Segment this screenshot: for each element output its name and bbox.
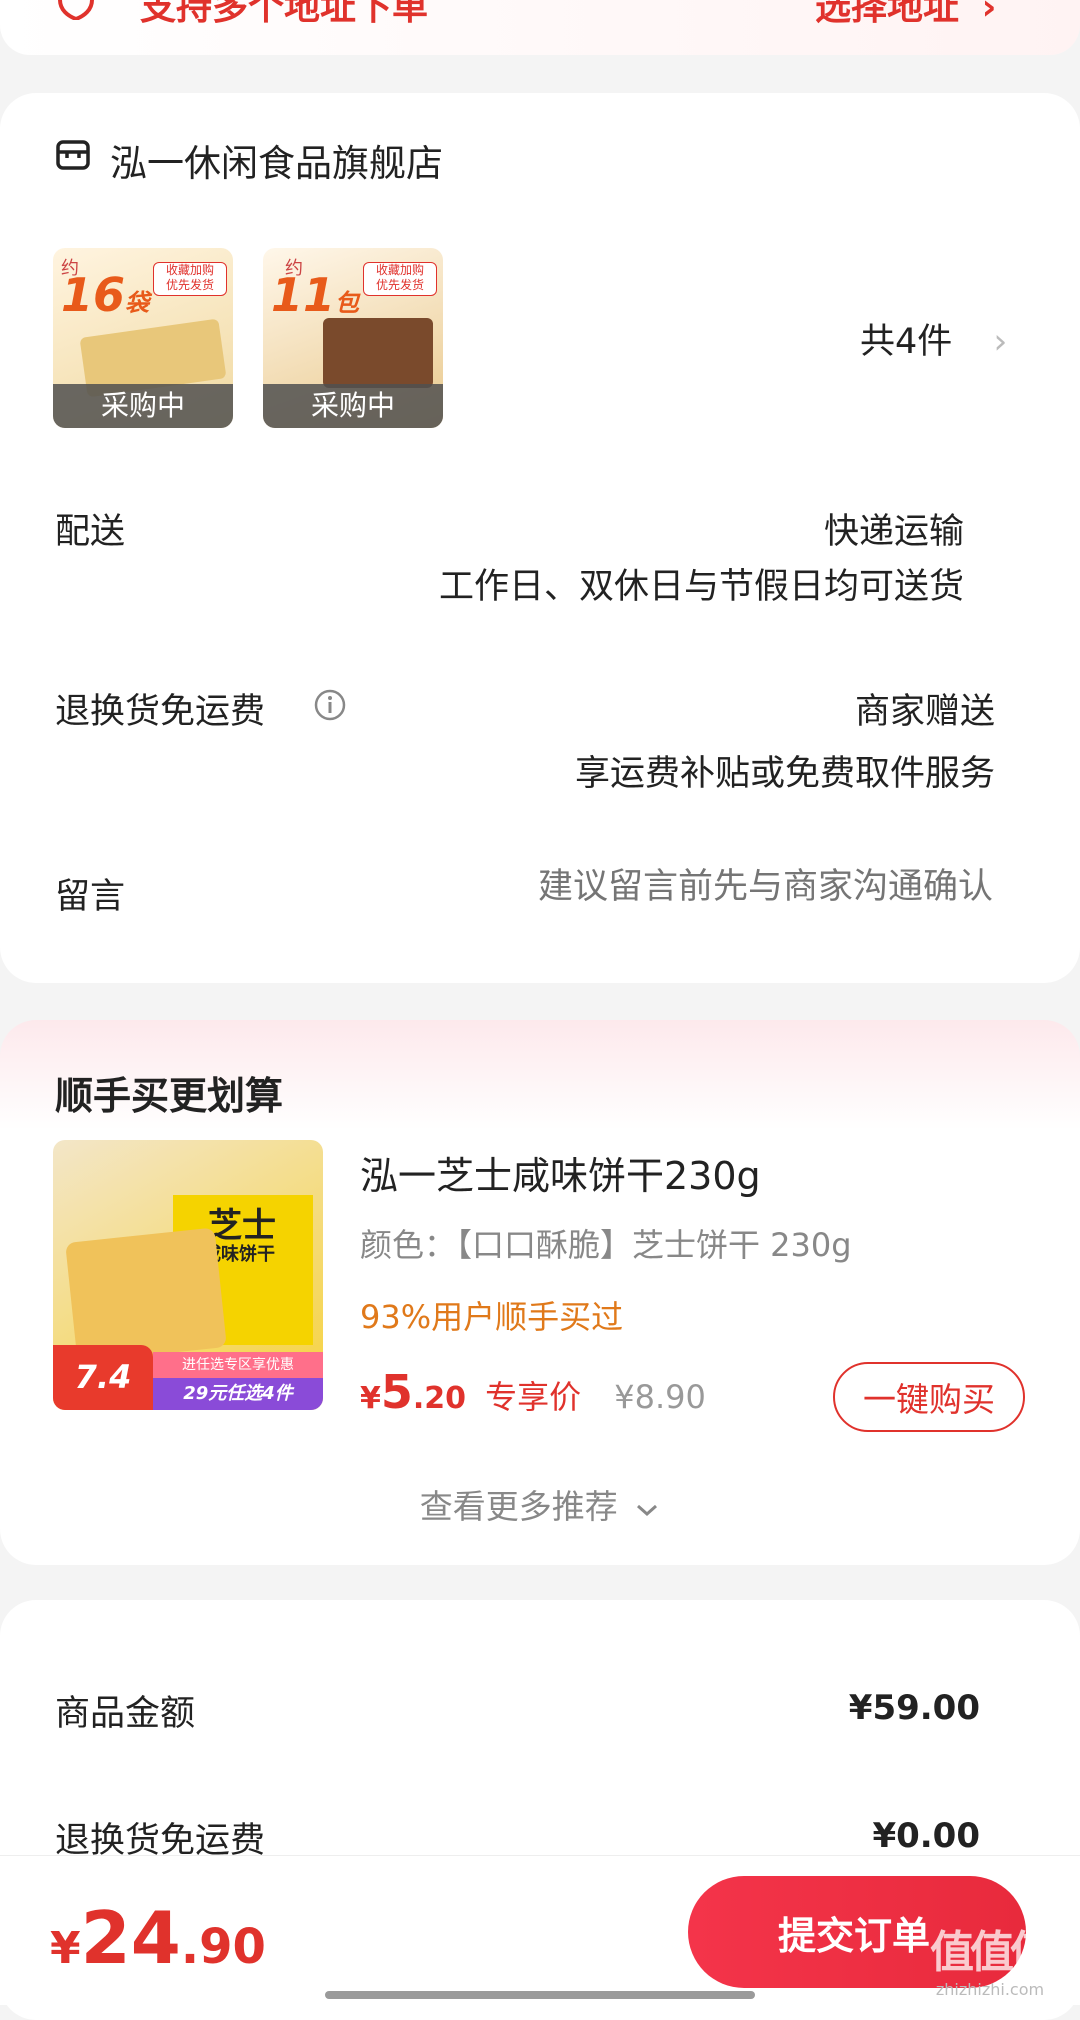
price-decimal: .20: [412, 1381, 467, 1416]
thumb-box-graphic: [323, 318, 433, 388]
chevron-down-icon: [634, 1489, 660, 1528]
returns-note: 享运费补贴或免费取件服务: [574, 754, 995, 794]
recommend-product-spec: 颜色：【口口酥脆】芝士饼干 230g: [360, 1226, 852, 1264]
thumb-caption: 采购中: [53, 384, 233, 428]
store-name[interactable]: 泓一休闲食品旗舰店: [110, 133, 443, 187]
returns-label: 退换货免运费: [55, 692, 266, 732]
cracker-graphic: [65, 1227, 227, 1363]
total-symbol: ¥: [50, 1923, 81, 1974]
total-price: ¥24.90: [50, 1896, 266, 1980]
summary-row-label: 商品金额: [55, 1694, 196, 1734]
one-click-buy-button[interactable]: 一键购买: [833, 1362, 1025, 1432]
recommend-social-proof: 93%用户顺手买过: [360, 1298, 624, 1336]
thumb-badge-number: 11: [271, 268, 336, 322]
info-icon[interactable]: [313, 688, 347, 726]
address-banner-text: 支持多个地址下单: [140, 0, 429, 28]
recommend-title: 顺手买更划算: [55, 1074, 284, 1118]
recommend-price: ¥5.20 专享价 ¥8.90: [360, 1365, 706, 1419]
recommend-card: 顺手买更划算 芝士 咸味饼干 7.4 进任选专区享优惠 29元任选4件 泓一芝士…: [0, 1020, 1080, 1565]
store-card: 泓一休闲食品旗舰店 约 16袋 收藏加购 优先发货 采购中 约 11包 收藏加购…: [0, 93, 1080, 983]
store-icon: [55, 137, 91, 177]
select-address-label: 选择地址: [815, 0, 960, 28]
summary-row-value: ¥59.00: [848, 1688, 980, 1728]
recommend-product-name[interactable]: 泓一芝士咸味饼干230g: [360, 1145, 761, 1200]
item-count-label: 共4件: [860, 322, 953, 362]
price-integer: 5: [380, 1365, 413, 1419]
watermark: 值值值 zhizhizhi.com: [930, 1916, 1054, 1999]
watermark-logo: 值值值: [930, 1927, 1054, 1978]
checkout-bar: ¥24.90 提交订单 值值值 zhizhizhi.com: [0, 1855, 1080, 2005]
message-input[interactable]: [431, 858, 995, 916]
address-banner[interactable]: 支持多个地址下单 选择地址 ›: [0, 0, 1080, 55]
submit-order-label: 提交订单: [778, 1913, 931, 1958]
home-indicator: [325, 1991, 755, 1999]
product-thumb-2[interactable]: 约 11包 收藏加购 优先发货 采购中: [263, 248, 443, 428]
view-more-label: 查看更多推荐: [419, 1487, 618, 1526]
thumb-badge-unit: 包: [335, 289, 360, 317]
total-decimal: .90: [180, 1919, 266, 1975]
original-price: ¥8.90: [614, 1378, 706, 1416]
delivery-method[interactable]: 快递运输: [824, 503, 964, 554]
chevron-right-icon: ›: [981, 0, 997, 28]
price-tag: 专享价: [485, 1378, 582, 1416]
price-symbol: ¥: [360, 1381, 381, 1416]
returns-value: 商家赠送: [854, 692, 995, 732]
product-image-promo1: 进任选专区享优惠: [153, 1352, 323, 1378]
delivery-note: 工作日、双休日与节假日均可送货: [438, 567, 964, 607]
thumb-corner-tag: 收藏加购 优先发货: [363, 262, 437, 296]
product-image-promo2: 29元任选4件: [153, 1378, 323, 1410]
thumb-corner-tag: 收藏加购 优先发货: [153, 262, 227, 296]
chevron-right-icon: ›: [993, 322, 1008, 362]
watermark-url: zhizhizhi.com: [935, 1980, 1045, 1999]
item-count-link[interactable]: 共4件 ›: [860, 313, 1007, 364]
thumb-badge-unit: 袋: [125, 289, 150, 317]
shield-icon: [56, 0, 96, 24]
recommend-product-image[interactable]: 芝士 咸味饼干 7.4 进任选专区享优惠 29元任选4件: [53, 1140, 323, 1410]
delivery-label: 配送: [55, 512, 126, 552]
thumb-badge-number: 16: [61, 268, 126, 322]
select-address-link[interactable]: 选择地址 ›: [815, 0, 996, 30]
total-integer: 24: [80, 1896, 181, 1980]
product-image-price: 7.4: [53, 1345, 153, 1410]
summary-row-value: ¥0.00: [872, 1816, 980, 1856]
thumb-caption: 采购中: [263, 384, 443, 428]
view-more-recommendations[interactable]: 查看更多推荐: [0, 1480, 1080, 1528]
message-label: 留言: [55, 877, 126, 917]
product-thumb-1[interactable]: 约 16袋 收藏加购 优先发货 采购中: [53, 248, 233, 428]
